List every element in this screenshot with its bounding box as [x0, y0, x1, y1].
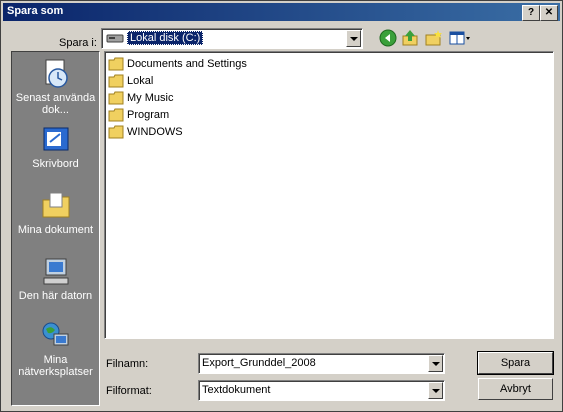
view-menu-icon[interactable]	[449, 29, 471, 47]
save-in-dropdown[interactable]: Lokal disk (C:)	[101, 28, 363, 49]
file-name: My Music	[127, 92, 174, 104]
my-documents-icon	[42, 192, 69, 218]
file-list[interactable]: Documents and Settings Lokal My Music Pr…	[104, 51, 554, 339]
file-name: WINDOWS	[127, 126, 183, 138]
place-label: Mina dokument	[17, 224, 94, 236]
place-label: Skrivbord	[32, 158, 79, 170]
list-item[interactable]: WINDOWS	[108, 124, 183, 140]
save-as-dialog: Spara som ? ✕ Spara i: Lokal disk (C:) S…	[0, 0, 563, 412]
filename-label: Filnamn:	[106, 358, 149, 370]
place-label: Senast använda dok...	[15, 92, 96, 116]
filename-value: Export_Grunddel_2008	[202, 357, 316, 369]
place-desktop[interactable]: Skrivbord	[12, 124, 99, 170]
file-name: Program	[127, 109, 170, 121]
list-item[interactable]: My Music	[108, 90, 173, 106]
folder-icon	[108, 108, 124, 122]
folder-icon	[108, 74, 124, 88]
place-my-computer[interactable]: Den här datorn	[12, 256, 99, 302]
recent-documents-icon	[45, 59, 68, 88]
filetype-label: Filformat:	[106, 385, 152, 397]
title-bar: Spara som ? ✕	[3, 3, 560, 21]
close-button[interactable]: ✕	[540, 5, 558, 21]
my-computer-icon	[43, 258, 68, 285]
place-label: Mina nätverksplatser	[18, 354, 93, 378]
place-network[interactable]: Mina nätverksplatser	[12, 320, 99, 378]
cancel-button[interactable]: Avbryt	[478, 378, 553, 400]
place-my-documents[interactable]: Mina dokument	[12, 190, 99, 236]
back-icon[interactable]	[379, 29, 397, 47]
new-folder-icon[interactable]	[425, 29, 443, 47]
dialog-title: Spara som	[7, 5, 64, 17]
file-name: Documents and Settings	[127, 58, 247, 70]
drive-icon	[106, 34, 124, 43]
chevron-down-icon[interactable]	[428, 382, 443, 399]
place-recent[interactable]: Senast använda dok...	[12, 58, 99, 116]
folder-icon	[108, 57, 124, 71]
save-in-value: Lokal disk (C:)	[127, 31, 204, 45]
chevron-down-icon[interactable]	[346, 30, 361, 47]
filetype-value: Textdokument	[202, 384, 271, 396]
place-label: Den här datorn	[18, 290, 93, 302]
filename-field[interactable]: Export_Grunddel_2008	[198, 353, 445, 374]
places-bar: Senast använda dok... Skrivbord Mina dok…	[11, 51, 100, 406]
list-item[interactable]: Program	[108, 107, 169, 123]
filetype-dropdown[interactable]: Textdokument	[198, 380, 445, 401]
file-name: Lokal	[127, 75, 154, 87]
list-item[interactable]: Lokal	[108, 73, 153, 89]
up-folder-icon[interactable]	[401, 29, 419, 47]
list-item[interactable]: Documents and Settings	[108, 56, 247, 72]
save-in-label: Spara i:	[59, 37, 97, 49]
network-places-icon	[42, 322, 68, 346]
folder-icon	[108, 125, 124, 139]
desktop-icon	[43, 127, 68, 151]
chevron-down-icon[interactable]	[428, 355, 443, 372]
help-button[interactable]: ?	[522, 5, 540, 21]
folder-icon	[108, 91, 124, 105]
save-button[interactable]: Spara	[477, 351, 554, 375]
